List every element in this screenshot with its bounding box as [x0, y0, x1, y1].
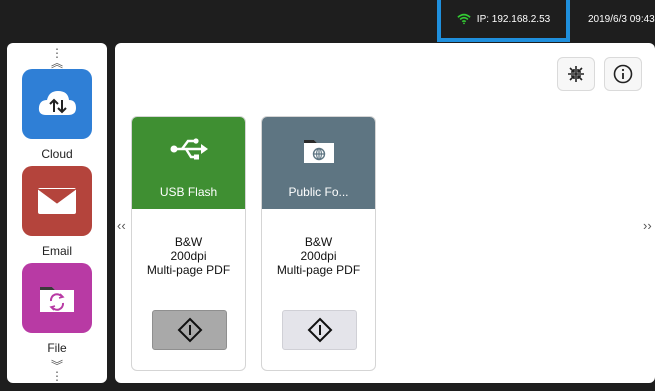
start-scan-button[interactable] — [152, 310, 227, 350]
main-panel: ‹‹ ›› USB Flash B&W 200dpi Multi-page PD… — [115, 43, 655, 383]
info-button[interactable] — [604, 57, 642, 91]
file-format: Multi-page PDF — [146, 263, 231, 277]
folder-sync-icon — [40, 287, 74, 312]
collapse-button[interactable] — [557, 57, 595, 91]
card-settings: B&W 200dpi Multi-page PDF — [132, 235, 245, 277]
cloud-upload-icon — [38, 91, 76, 115]
card-header: USB Flash — [132, 117, 245, 209]
card-settings: B&W 200dpi Multi-page PDF — [262, 235, 375, 277]
app-sidebar: ⋮ ︽ Cloud Email File ︾ ⋮ — [7, 43, 107, 383]
resolution: 200dpi — [170, 249, 207, 263]
color-mode: B&W — [304, 235, 333, 249]
sidebar-item-cloud[interactable]: Cloud — [22, 69, 92, 161]
start-icon — [307, 317, 332, 343]
cloud-tile[interactable] — [22, 69, 92, 139]
sidebar-item-label: Cloud — [41, 147, 73, 161]
email-tile[interactable] — [22, 166, 92, 236]
info-icon — [613, 64, 633, 84]
resolution: 200dpi — [300, 249, 337, 263]
start-icon — [177, 317, 202, 343]
ip-address: IP: 192.168.2.53 — [476, 13, 551, 25]
status-bar: IP: 192.168.2.53 2019/6/3 09:43 — [0, 0, 655, 42]
previous-arrow-icon[interactable]: ‹‹ — [117, 218, 126, 233]
profile-card-usb[interactable]: USB Flash B&W 200dpi Multi-page PDF — [131, 116, 246, 371]
file-format: Multi-page PDF — [276, 263, 361, 277]
card-header: Public Fo... — [262, 117, 375, 209]
datetime: 2019/6/3 09:43 — [588, 14, 655, 25]
envelope-icon — [37, 188, 77, 214]
scroll-down-icon[interactable]: ︾ ⋮ — [7, 360, 107, 382]
sidebar-item-file[interactable]: File — [22, 263, 92, 355]
network-folder-icon — [303, 140, 334, 163]
card-title: USB Flash — [159, 185, 218, 199]
wifi-icon — [457, 13, 471, 25]
card-title: Public Fo... — [288, 185, 349, 199]
color-mode: B&W — [174, 235, 203, 249]
sidebar-item-label: File — [47, 341, 67, 355]
sidebar-item-email[interactable]: Email — [22, 166, 92, 258]
profile-card-public-folder[interactable]: Public Fo... B&W 200dpi Multi-page PDF — [261, 116, 376, 371]
sidebar-item-label: Email — [41, 244, 72, 258]
ip-status[interactable]: IP: 192.168.2.53 — [437, 0, 570, 42]
scroll-up-icon[interactable]: ⋮ ︽ — [7, 47, 107, 69]
collapse-icon — [568, 66, 584, 82]
file-tile[interactable] — [22, 263, 92, 333]
next-arrow-icon[interactable]: ›› — [643, 218, 652, 233]
usb-icon — [170, 138, 208, 160]
start-scan-button[interactable] — [282, 310, 357, 350]
